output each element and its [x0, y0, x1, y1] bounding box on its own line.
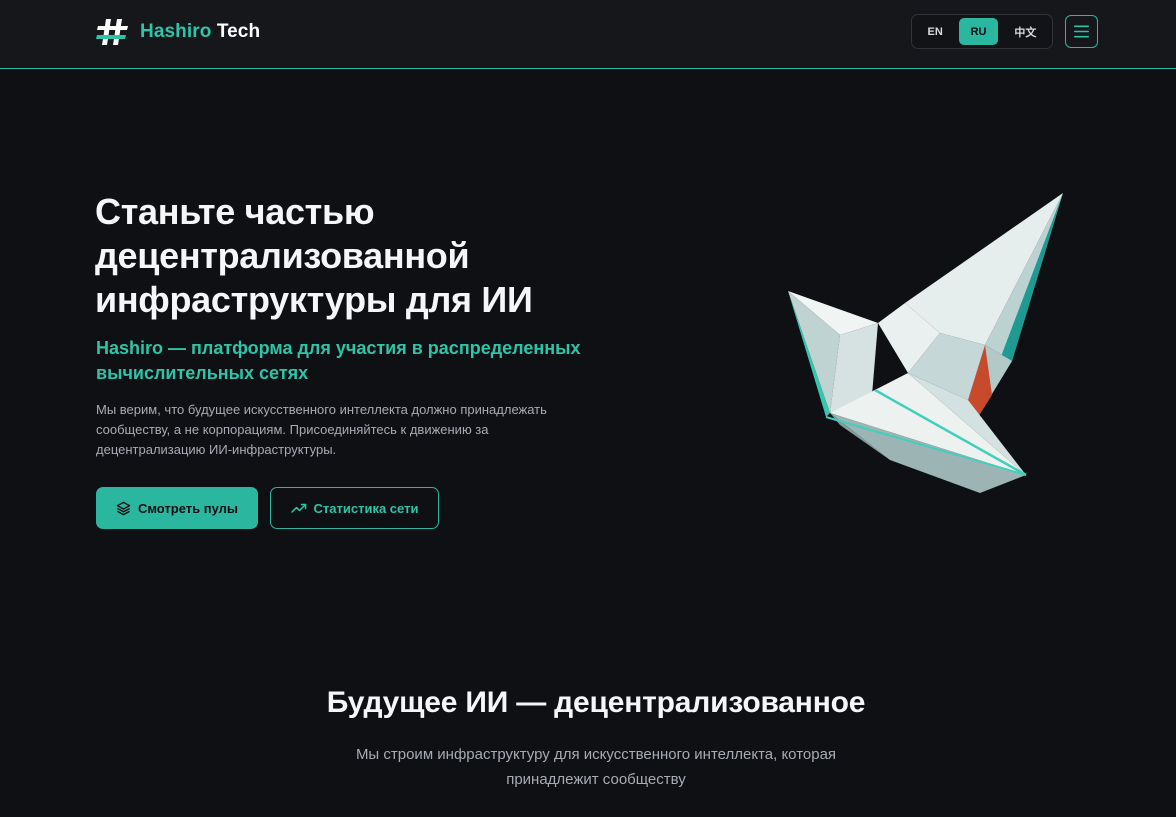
brand-name-accent: Hashiro: [140, 21, 212, 42]
brand-logo[interactable]: Hashiro Tech: [96, 16, 260, 48]
section-title: Будущее ИИ — децентрализованное: [326, 686, 866, 719]
hero-subtitle: Hashiro — платформа для участия в распре…: [96, 338, 581, 383]
layers-icon: [116, 501, 131, 515]
brand-name: Hashiro Tech: [140, 21, 260, 43]
view-pools-label: Смотреть пулы: [137, 500, 239, 516]
menu-button[interactable]: [1065, 15, 1098, 48]
network-stats-label: Статистика сети: [313, 500, 419, 516]
trending-up-icon: [290, 503, 306, 513]
origami-crane-image: [788, 193, 1063, 493]
lang-zh-button[interactable]: 中文: [1003, 18, 1048, 45]
lang-en-button[interactable]: EN: [916, 18, 954, 45]
lang-ru-button[interactable]: RU: [959, 18, 998, 45]
view-pools-button[interactable]: Смотреть пулы: [96, 487, 258, 529]
top-nav: Hashiro Tech EN RU 中文: [0, 0, 1176, 69]
language-switcher: EN RU 中文: [911, 14, 1053, 49]
hero-description: Мы верим, что будущее искусственного инт…: [96, 402, 547, 457]
hamburger-menu-icon: [1074, 25, 1089, 38]
brand-name-plain: Tech: [216, 21, 261, 42]
hashtag-logo-icon: [96, 19, 128, 45]
section-description: Мы строим инфраструктуру для искусственн…: [355, 746, 837, 788]
hero-title: Станьте частью децентрализованной инфрас…: [95, 191, 533, 320]
network-stats-button[interactable]: Статистика сети: [270, 487, 439, 529]
